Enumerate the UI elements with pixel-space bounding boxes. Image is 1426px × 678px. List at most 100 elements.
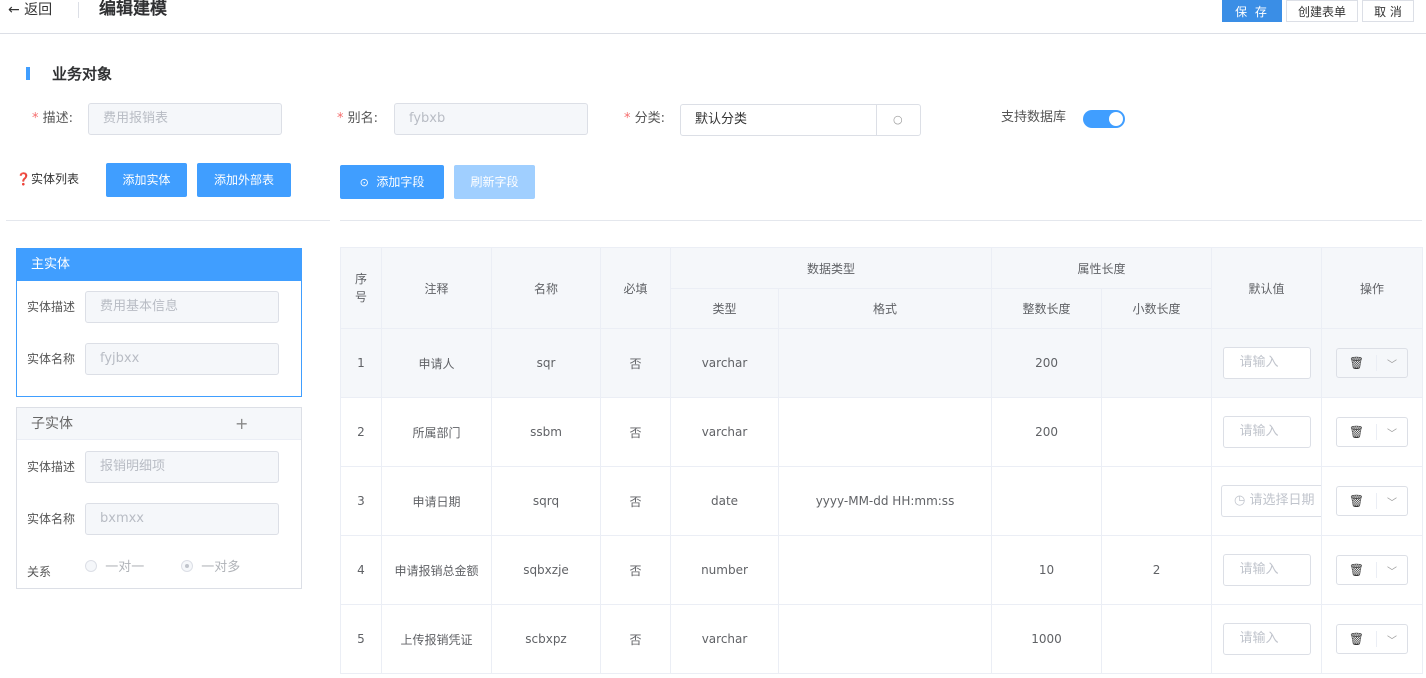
cell-ops: 🗑 ﹀ xyxy=(1321,328,1424,398)
section-accent-bar xyxy=(26,67,30,80)
main-entity-card[interactable]: 主实体 实体描述 费用基本信息 实体名称 fyjbxx xyxy=(16,248,302,397)
cell-required: 否 xyxy=(600,604,671,674)
trash-icon[interactable]: 🗑 xyxy=(1337,562,1378,578)
cell-default: 请输入 xyxy=(1211,397,1323,467)
cell-ops: 🗑 ﹀ xyxy=(1321,397,1424,467)
add-circle-icon: ⊙ xyxy=(359,176,369,189)
chevron-down-icon[interactable]: ﹀ xyxy=(1377,632,1407,647)
refresh-field-button[interactable]: 刷新字段 xyxy=(454,165,535,199)
desc-label: * 描述: xyxy=(32,111,74,126)
table-row[interactable]: 5 上传报销凭证 scbxpz 否 varchar 1000 请输入 🗑 ﹀ xyxy=(340,604,1424,674)
cell-type: varchar xyxy=(670,604,779,674)
divider xyxy=(340,220,1422,221)
chevron-down-icon[interactable]: ﹀ xyxy=(1377,563,1407,578)
row-actions[interactable]: 🗑 ﹀ xyxy=(1336,624,1409,654)
trash-icon[interactable]: 🗑 xyxy=(1337,493,1378,509)
back-button[interactable]: ← 返回 xyxy=(8,0,52,20)
category-field[interactable]: 默认分类 ○ xyxy=(680,104,921,136)
cell-comment: 上传报销凭证 xyxy=(381,604,492,674)
cell-required: 否 xyxy=(600,535,671,605)
add-external-table-button[interactable]: 添加外部表 xyxy=(197,163,291,197)
cell-default: 请输入 xyxy=(1211,328,1323,398)
chevron-down-icon[interactable]: ﹀ xyxy=(1377,494,1407,509)
date-picker-input[interactable]: ◷ 请选择日期 xyxy=(1221,485,1321,517)
add-entity-button[interactable]: 添加实体 xyxy=(106,163,187,197)
cell-seq: 5 xyxy=(340,604,382,674)
relation-option-one-to-one[interactable]: 一对一 xyxy=(85,560,144,576)
cell-dec-length xyxy=(1101,328,1213,398)
default-value-input[interactable]: 请输入 xyxy=(1222,554,1311,586)
table-row[interactable]: 1 申请人 sqr 否 varchar 200 请输入 🗑 ﹀ xyxy=(340,328,1424,398)
cancel-button[interactable]: 取 消 xyxy=(1362,0,1414,22)
cell-seq: 2 xyxy=(340,397,382,467)
cell-int-length: 200 xyxy=(991,328,1103,398)
page-title: 编辑建模 xyxy=(99,0,167,19)
col-header-required: 必填 xyxy=(600,247,671,329)
radio-icon xyxy=(181,560,193,572)
cell-name: scbxpz xyxy=(491,604,601,674)
cell-ops: 🗑 ﹀ xyxy=(1321,535,1424,605)
col-header-default: 默认值 xyxy=(1211,247,1323,329)
save-button[interactable]: 保 存 xyxy=(1222,0,1282,22)
trash-icon[interactable]: 🗑 xyxy=(1337,355,1378,371)
col-header-comment: 注释 xyxy=(381,247,492,329)
plus-icon[interactable]: + xyxy=(235,414,248,433)
add-field-button[interactable]: ⊙ 添加字段 xyxy=(340,165,444,199)
chevron-down-icon[interactable]: ﹀ xyxy=(1377,356,1407,371)
cell-ops: 🗑 ﹀ xyxy=(1321,466,1424,536)
cell-type: number xyxy=(670,535,779,605)
cell-seq: 4 xyxy=(340,535,382,605)
relation-option-one-to-many[interactable]: 一对多 xyxy=(181,560,240,576)
sub-entity-name-field[interactable]: bxmxx xyxy=(85,503,279,535)
col-header-dec-length: 小数长度 xyxy=(1101,288,1213,329)
cell-ops: 🗑 ﹀ xyxy=(1321,604,1424,674)
trash-icon[interactable]: 🗑 xyxy=(1337,424,1378,440)
category-label: * 分类: xyxy=(624,111,666,126)
sub-entity-title: 子实体 xyxy=(17,408,301,440)
desc-field[interactable]: 费用报销表 xyxy=(88,103,282,135)
trash-icon[interactable]: 🗑 xyxy=(1337,631,1378,647)
default-value-input[interactable]: 请输入 xyxy=(1222,416,1311,448)
table-row[interactable]: 3 申请日期 sqrq 否 date yyyy-MM-dd HH:mm:ss ◷… xyxy=(340,466,1424,536)
cell-comment: 所属部门 xyxy=(381,397,492,467)
db-support-toggle[interactable] xyxy=(1083,110,1125,128)
col-header-attr-length: 属性长度 xyxy=(991,247,1213,289)
clock-icon: ◷ xyxy=(1234,493,1246,508)
row-actions[interactable]: 🗑 ﹀ xyxy=(1336,417,1409,447)
create-form-button[interactable]: 创建表单 xyxy=(1286,0,1358,22)
table-row[interactable]: 2 所属部门 ssbm 否 varchar 200 请输入 🗑 ﹀ xyxy=(340,397,1424,467)
chevron-down-icon[interactable]: ﹀ xyxy=(1377,425,1407,440)
table-row[interactable]: 4 申请报销总金额 sqbxzje 否 number 10 2 请输入 🗑 ﹀ xyxy=(340,535,1424,605)
main-entity-name-field[interactable]: fyjbxx xyxy=(85,343,279,375)
row-actions[interactable]: 🗑 ﹀ xyxy=(1336,348,1409,378)
row-actions[interactable]: 🗑 ﹀ xyxy=(1336,486,1409,516)
db-support-label: 支持数据库 xyxy=(1001,110,1067,125)
sub-entity-desc-label: 实体描述 xyxy=(27,460,76,474)
col-header-seq: 序号 xyxy=(340,247,382,329)
search-icon[interactable]: ○ xyxy=(893,105,903,135)
col-header-format: 格式 xyxy=(777,288,993,329)
default-value-input[interactable]: 请输入 xyxy=(1222,347,1311,379)
col-header-int-length: 整数长度 xyxy=(991,288,1103,329)
sub-entity-desc-field[interactable]: 报销明细项 xyxy=(85,451,279,483)
sub-entity-card[interactable]: 子实体 + 实体描述 报销明细项 实体名称 bxmxx 关系 一对一 一对多 xyxy=(16,407,302,589)
cell-name: sqrq xyxy=(491,466,601,536)
cell-name: sqbxzje xyxy=(491,535,601,605)
cell-format xyxy=(777,604,993,674)
cell-comment: 申请报销总金额 xyxy=(381,535,492,605)
main-entity-desc-field[interactable]: 费用基本信息 xyxy=(85,291,279,323)
row-actions[interactable]: 🗑 ﹀ xyxy=(1336,555,1409,585)
default-value-input[interactable]: 请输入 xyxy=(1222,623,1311,655)
col-header-type: 类型 xyxy=(670,288,779,329)
cell-comment: 申请人 xyxy=(381,328,492,398)
cell-default: 请输入 xyxy=(1211,604,1323,674)
cell-dec-length xyxy=(1101,604,1213,674)
cell-type: varchar xyxy=(670,328,779,398)
cell-required: 否 xyxy=(600,397,671,467)
help-icon: ❓ xyxy=(16,172,31,186)
cell-dec-length xyxy=(1101,397,1213,467)
cell-format xyxy=(777,397,993,467)
cell-seq: 3 xyxy=(340,466,382,536)
divider xyxy=(78,2,79,18)
alias-field[interactable]: fybxb xyxy=(394,103,588,135)
